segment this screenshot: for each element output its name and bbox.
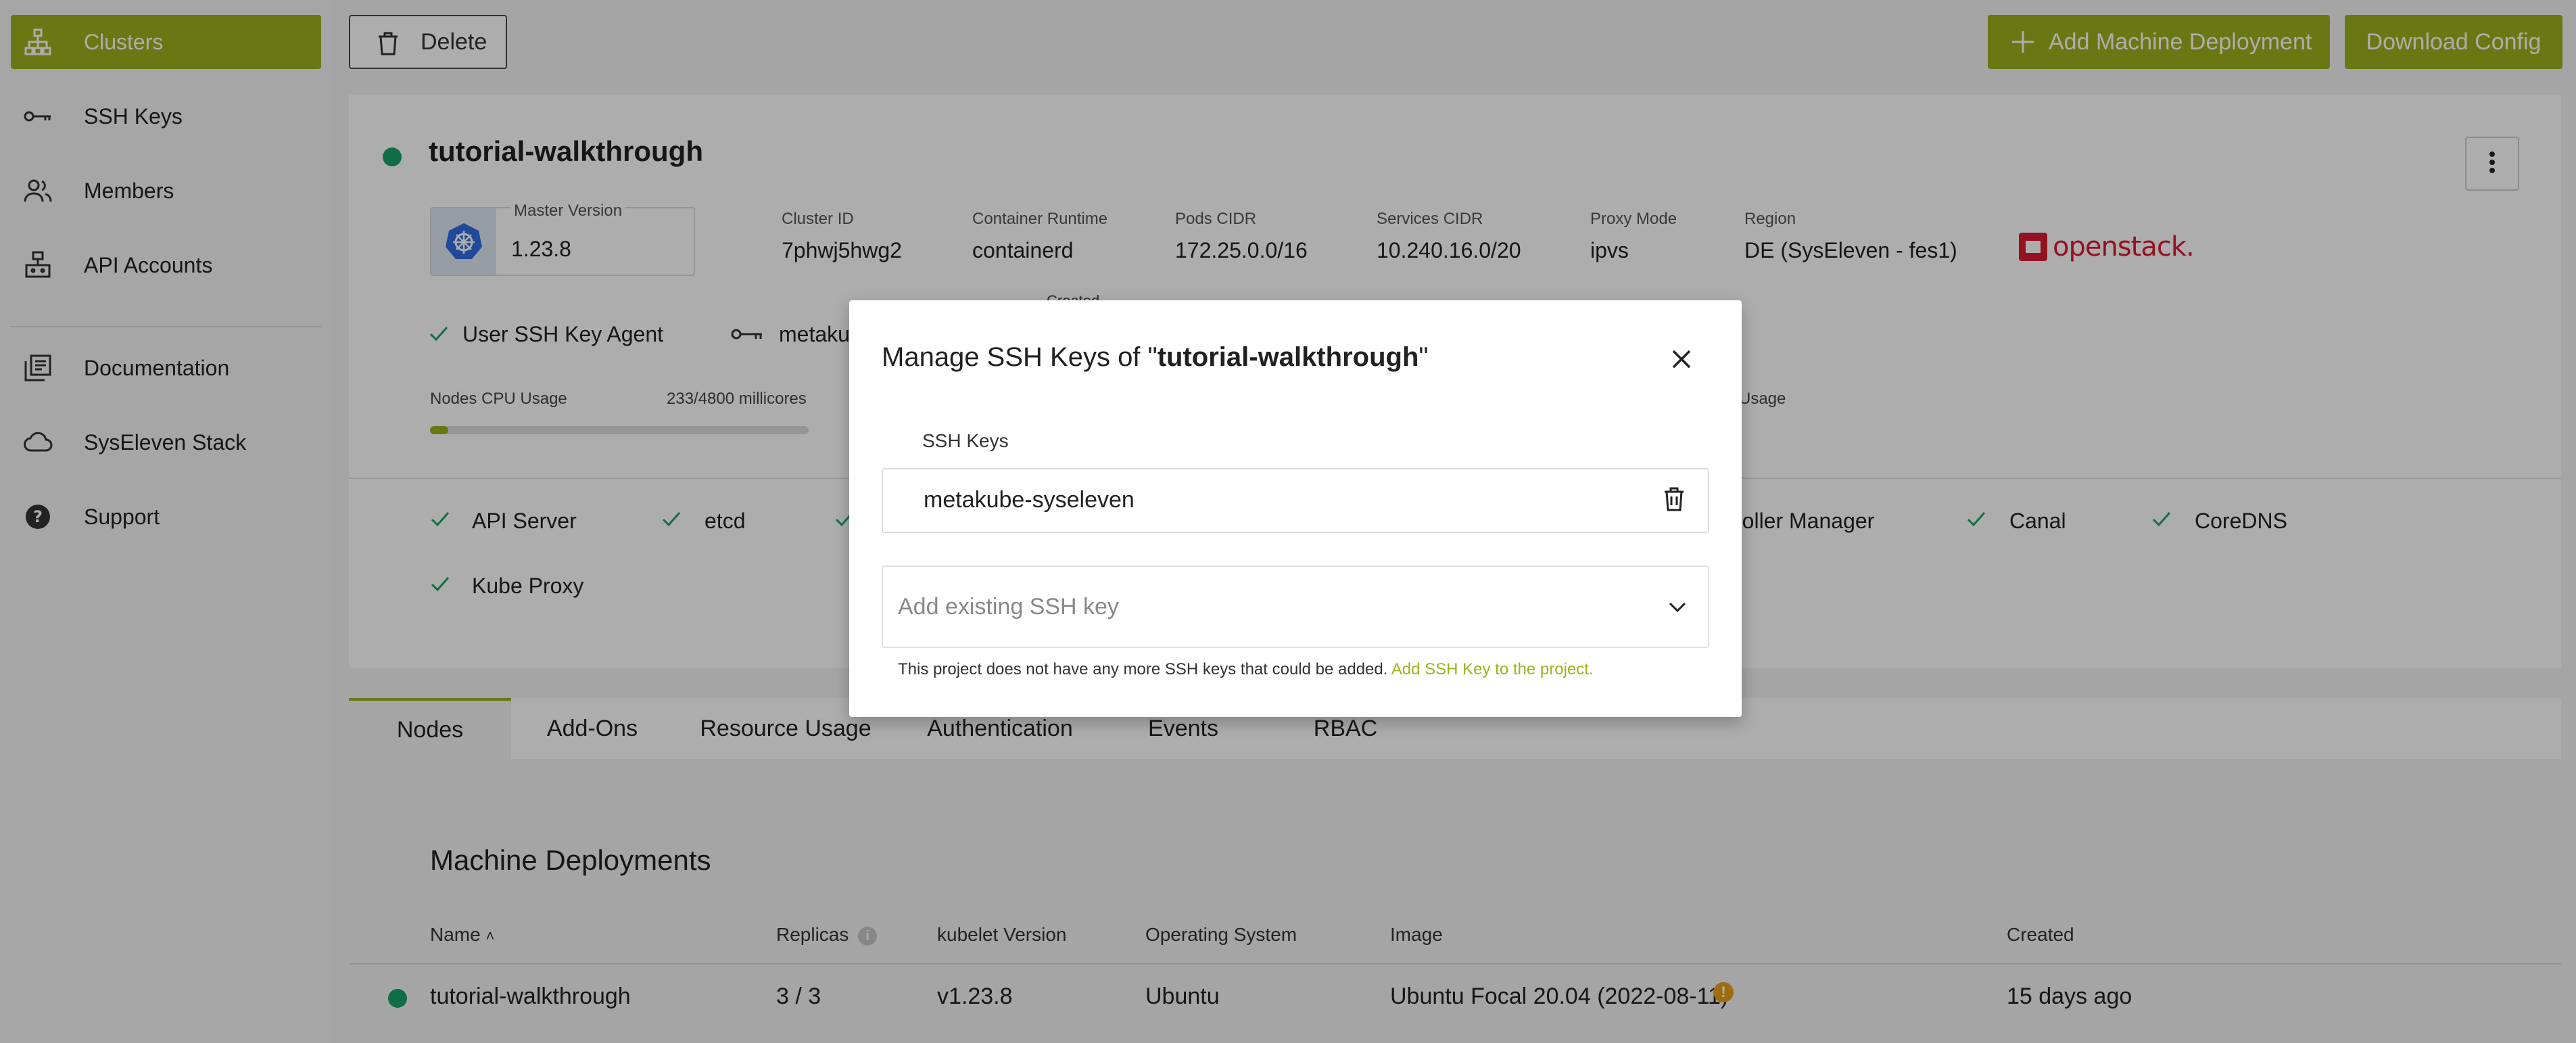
add-ssh-key-link[interactable]: Add SSH Key to the project. bbox=[1391, 660, 1594, 678]
ssh-key-hint: This project does not have any more SSH … bbox=[898, 660, 1594, 679]
dialog-title-prefix: Manage SSH Keys of " bbox=[882, 342, 1158, 372]
chevron-down-icon bbox=[1666, 595, 1689, 622]
dialog-title: Manage SSH Keys of "tutorial-walkthrough… bbox=[882, 342, 1429, 373]
add-ssh-key-placeholder: Add existing SSH key bbox=[898, 594, 1119, 620]
dialog-title-suffix: " bbox=[1418, 342, 1429, 372]
dialog-title-cluster: tutorial-walkthrough bbox=[1157, 342, 1419, 372]
ssh-key-name: metakube-syseleven bbox=[924, 487, 1135, 513]
ssh-keys-label: SSH Keys bbox=[922, 430, 1009, 451]
hint-text: This project does not have any more SSH … bbox=[898, 660, 1388, 678]
trash-icon bbox=[1665, 487, 1684, 511]
remove-ssh-key-button[interactable] bbox=[1662, 486, 1686, 516]
close-icon bbox=[1672, 350, 1691, 369]
close-button[interactable] bbox=[1667, 345, 1696, 373]
app-root: Clusters SSH Keys Members API Accounts D… bbox=[0, 0, 2576, 1043]
